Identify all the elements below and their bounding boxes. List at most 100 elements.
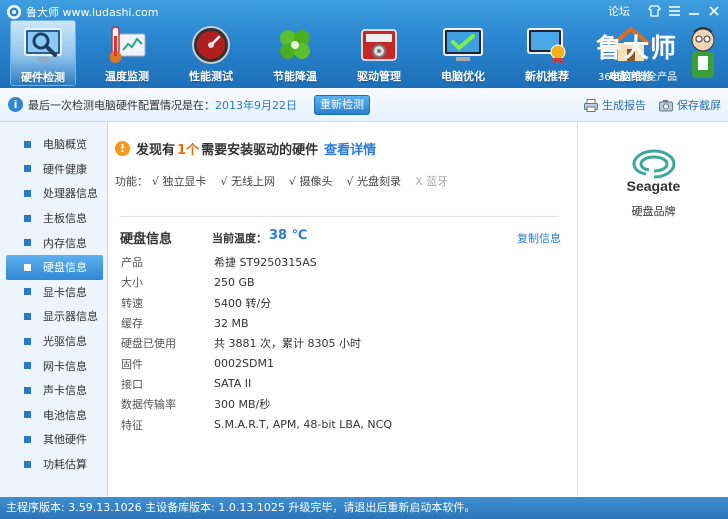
sidebar-item-motherboard[interactable]: 主板信息 [6,206,103,231]
sidebar-item-audio[interactable]: 声卡信息 [6,378,103,403]
generate-report-label: 生成报告 [602,99,646,112]
spec-row: 固件 0002SDM1 [121,353,561,373]
sidebar-item-network[interactable]: 网卡信息 [6,353,103,378]
sidebar-item-other[interactable]: 其他硬件 [6,427,103,452]
sidebar-item-label: 硬件健康 [43,162,87,176]
tool-performance[interactable]: 性能测试 [178,20,244,86]
header: 鲁大师 www.ludashi.com 论坛 硬件检测 温度监测 性能测试 节能… [0,0,728,88]
spec-key: 数据传输率 [121,398,176,412]
spec-key: 特征 [121,418,143,432]
tool-new-pc[interactable]: 新机推荐 [514,20,580,86]
tool-label: 性能测试 [189,70,233,83]
sidebar-item-label: 电池信息 [43,408,87,422]
spec-key: 固件 [121,357,143,371]
tool-label: 节能降温 [273,70,317,83]
recheck-button[interactable]: 重新检测 [314,95,370,115]
speedometer-icon [192,26,230,64]
sidebar-item-label: 硬盘信息 [43,261,87,275]
bullet-icon [24,386,31,394]
monitor-check-icon [443,28,483,61]
printer-icon [584,98,598,112]
sidebar-item-label: 处理器信息 [43,187,98,201]
info-bar: i 最后一次检测电脑硬件配置情况是在：2013年9月22日 重新检测 生成报告 … [0,88,728,122]
bullet-icon [24,263,31,271]
section-title: 硬盘信息 [120,232,173,247]
sidebar-item-overview[interactable]: 电脑概览 [6,132,103,157]
sidebar-item-optical[interactable]: 光驱信息 [6,329,103,354]
monitor-award-icon [527,28,566,64]
function-disc-burn: √ 光盘刻录 [346,175,402,188]
sidebar-item-label: 光驱信息 [43,335,87,349]
sidebar-item-label: 网卡信息 [43,359,87,373]
save-screenshot-button[interactable]: 保存截屏 [659,97,721,113]
warning-prefix: 发现有 [136,143,176,158]
sidebar-item-battery[interactable]: 电池信息 [6,403,103,428]
copy-info-link[interactable]: 复制信息 [517,230,561,246]
spec-value: 0002SDM1 [214,357,274,371]
tool-label: 新机推荐 [525,70,569,83]
sidebar-item-cpu[interactable]: 处理器信息 [6,181,103,206]
gear-box-icon [361,29,397,61]
function-camera: √ 摄像头 [289,175,333,188]
sidebar-item-label: 声卡信息 [43,384,87,398]
function-list: 功能： √ 独立显卡 √ 无线上网 √ 摄像头 √ 光盘刻录 X 蓝牙 [115,173,462,189]
sidebar-item-display[interactable]: 显示器信息 [6,304,103,329]
sidebar: 电脑概览 硬件健康 处理器信息 主板信息 内存信息 硬盘信息 显卡信息 显示器信… [0,122,108,497]
sidebar-item-label: 显卡信息 [43,285,87,299]
function-discrete-gpu: √ 独立显卡 [152,175,207,188]
sidebar-item-memory[interactable]: 内存信息 [6,230,103,255]
tool-temperature[interactable]: 温度监测 [94,20,160,86]
thermometer-icon [109,26,146,63]
warning-suffix: 需要安装驱动的硬件 [201,143,319,158]
warning-icon: ! [115,141,130,156]
spec-key: 缓存 [121,317,143,331]
driver-warning: ! 发现有 1个 需要安装驱动的硬件 查看详情 [115,139,376,158]
app-logo-icon [7,5,21,19]
sidebar-item-hardware-health[interactable]: 硬件健康 [6,157,103,182]
tool-hardware-check[interactable]: 硬件检测 [10,20,76,86]
tool-power-saving[interactable]: 节能降温 [262,20,328,86]
sidebar-item-label: 显示器信息 [43,310,98,324]
brand-logo-text: Seagate [626,178,681,194]
camera-icon [659,99,673,111]
menu-icon[interactable] [664,2,684,20]
bullet-icon [24,165,31,173]
main-panel: ! 发现有 1个 需要安装驱动的硬件 查看详情 功能： √ 独立显卡 √ 无线上… [109,122,576,497]
spec-value: 共 3881 次，累计 8305 小时 [214,337,361,351]
spec-value: 300 MB/秒 [214,398,271,412]
spec-row: 接口 SATA II [121,374,561,394]
minimize-icon[interactable] [684,2,704,20]
temperature-value: 38 ℃ [269,228,308,243]
status-bar: 主程序版本: 3.59.13.1026 主设备库版本: 1.0.13.1025 … [0,497,728,519]
spec-value: SATA II [214,377,252,391]
spec-value: S.M.A.R.T, APM, 48-bit LBA, NCQ [214,418,392,432]
brand-panel: Seagate 硬盘品牌 [577,122,728,497]
function-wireless: √ 无线上网 [220,175,276,188]
title-bar: 鲁大师 www.ludashi.com [6,3,158,21]
spec-row: 大小 250 GB [121,272,561,292]
sidebar-item-label: 功耗估算 [43,458,87,472]
close-icon[interactable] [704,2,724,20]
skin-icon[interactable] [644,2,664,20]
sidebar-item-disk[interactable]: 硬盘信息 [6,254,103,280]
sidebar-item-label: 其他硬件 [43,433,87,447]
bullet-icon [24,288,31,296]
spec-value: 32 MB [214,316,249,330]
tool-driver[interactable]: 驱动管理 [346,20,412,86]
magnifier-monitor-icon [24,28,62,61]
main-toolbar: 硬件检测 温度监测 性能测试 节能降温 驱动管理 电脑优化 新机推荐 电脑维修 [10,20,682,86]
generate-report-button[interactable]: 生成报告 [584,97,646,113]
bullet-icon [24,337,31,345]
spec-key: 大小 [121,276,143,290]
sidebar-item-gpu[interactable]: 显卡信息 [6,280,103,305]
forum-link[interactable]: 论坛 [608,3,630,19]
tool-optimize[interactable]: 电脑优化 [430,20,496,86]
window-controls: 论坛 [608,2,724,20]
view-details-link[interactable]: 查看详情 [324,139,376,158]
tool-label: 温度监测 [105,70,149,83]
app-title: 鲁大师 www.ludashi.com [26,6,159,19]
bullet-icon [24,214,31,222]
bullet-icon [24,435,31,443]
spec-row: 特征 S.M.A.R.T, APM, 48-bit LBA, NCQ [121,414,561,434]
sidebar-item-power[interactable]: 功耗估算 [6,452,103,477]
